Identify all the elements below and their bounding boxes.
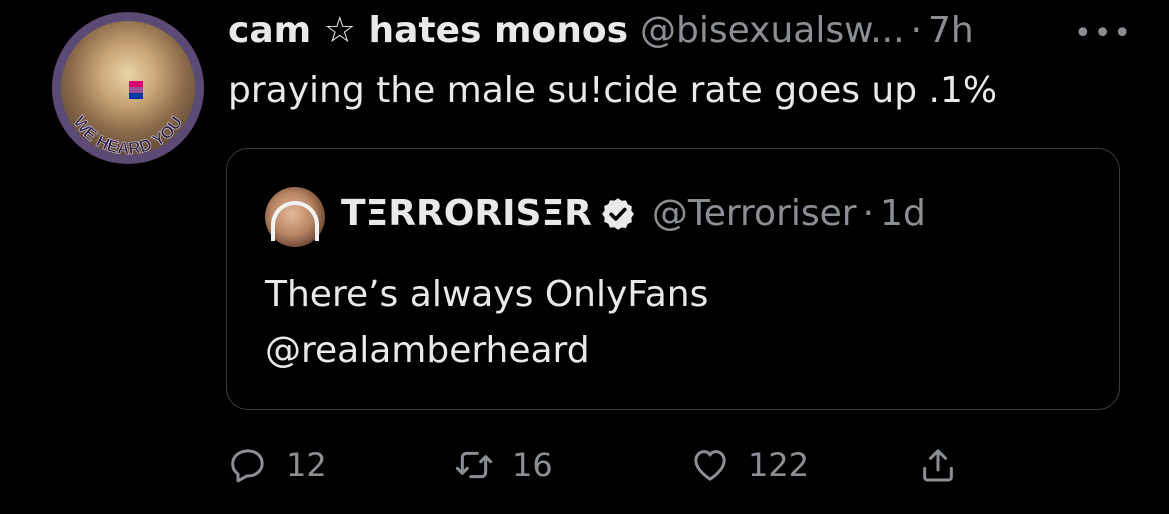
quote-author-name[interactable]: TΞRRORISΞR: [341, 193, 592, 234]
share-button[interactable]: [918, 440, 958, 490]
tweet-header: cam ☆ hates monos @bisexualsw... · 7h: [228, 10, 974, 56]
quote-text-line: There’s always OnlyFans: [265, 274, 709, 315]
quote-time[interactable]: 1d: [880, 193, 926, 234]
reply-icon: [231, 449, 264, 483]
like-count: 122: [748, 446, 810, 484]
quote-avatar[interactable]: [265, 187, 325, 247]
quote-header-separator: ·: [862, 193, 875, 234]
retweet-button[interactable]: 16: [454, 440, 553, 490]
author-handle[interactable]: @bisexualsw...: [640, 10, 905, 51]
svg-text:WE HEARD YOU: WE HEARD YOU: [70, 113, 187, 159]
quote-mention-link[interactable]: @realamberheard: [265, 323, 708, 379]
tweet-text: praying the male su!cide rate goes up .1…: [228, 70, 998, 111]
avatar-caption: WE HEARD YOU: [69, 112, 186, 158]
quote-header: TΞRRORISΞR @Terroriser · 1d: [341, 193, 926, 234]
headphones-graphic: [271, 201, 319, 241]
more-icon[interactable]: •••: [1074, 16, 1131, 51]
quote-text: There’s always OnlyFans @realamberheard: [265, 267, 708, 379]
reply-count: 12: [286, 446, 327, 484]
like-icon: [694, 450, 726, 481]
retweet-count: 16: [512, 446, 553, 484]
like-button[interactable]: 122: [690, 440, 809, 490]
tweet-actions: 12 16 122: [228, 440, 988, 490]
author-name[interactable]: cam ☆ hates monos: [228, 10, 628, 51]
quoted-tweet[interactable]: TΞRRORISΞR @Terroriser · 1d There’s alwa…: [226, 148, 1120, 410]
avatar[interactable]: WE HEARD YOU: [52, 12, 204, 164]
tweet-time[interactable]: 7h: [928, 10, 974, 51]
retweet-icon: [455, 451, 493, 479]
share-icon: [923, 449, 953, 482]
reply-button[interactable]: 12: [228, 440, 327, 490]
header-separator: ·: [910, 10, 923, 51]
avatar-caption-ring: WE HEARD YOU: [69, 112, 187, 159]
quote-author-handle[interactable]: @Terroriser: [652, 193, 857, 234]
verified-badge-icon: [601, 197, 634, 230]
